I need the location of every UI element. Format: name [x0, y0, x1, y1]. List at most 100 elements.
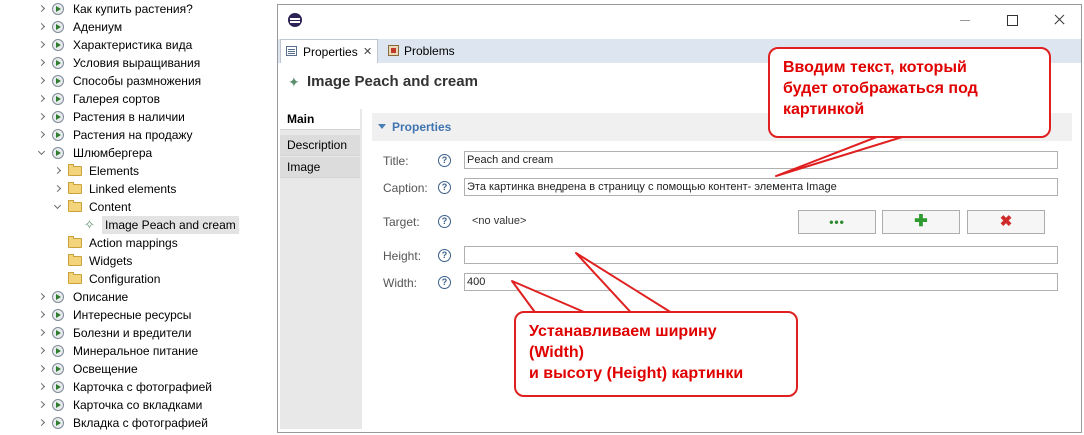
- tree-item-label: Elements: [89, 164, 140, 178]
- tree-item-label: Способы размножения: [73, 74, 202, 88]
- chevron-right-icon[interactable]: [38, 342, 48, 360]
- chevron-right-icon[interactable]: [38, 90, 48, 108]
- chevron-right-icon[interactable]: [38, 324, 48, 342]
- target-value: <no value>: [472, 215, 527, 227]
- tab-properties-label: Properties: [303, 45, 358, 59]
- page-icon: [52, 291, 64, 303]
- tree-item-label: Болезни и вредители: [73, 326, 192, 340]
- width-field[interactable]: [464, 273, 1058, 291]
- page-icon: [52, 147, 64, 159]
- chevron-right-icon[interactable]: [38, 306, 48, 324]
- chevron-right-icon[interactable]: [54, 180, 64, 198]
- annotation-line: (Width): [529, 344, 584, 361]
- problems-icon: [388, 45, 399, 56]
- chevron-right-icon[interactable]: [38, 126, 48, 144]
- help-icon[interactable]: ?: [438, 276, 451, 289]
- page-icon: [52, 21, 64, 33]
- tab-problems[interactable]: Problems: [382, 39, 478, 63]
- chevron-down-icon: [378, 124, 386, 129]
- chevron-right-icon[interactable]: [38, 396, 48, 414]
- width-label: Width:: [383, 276, 418, 290]
- tree-item-label: Widgets: [89, 254, 133, 268]
- page-icon: [52, 327, 64, 339]
- annotation-line: картинкой: [783, 101, 865, 118]
- eclipse-icon: [288, 13, 302, 27]
- chevron-right-icon[interactable]: [38, 414, 48, 432]
- chevron-right-icon[interactable]: [38, 288, 48, 306]
- chevron-right-icon[interactable]: [38, 54, 48, 72]
- height-field[interactable]: [464, 246, 1058, 264]
- folder-icon: [68, 236, 82, 248]
- folder-icon: [68, 182, 82, 194]
- page-icon: [52, 345, 64, 357]
- help-icon[interactable]: ?: [438, 249, 451, 262]
- close-window-button[interactable]: [1036, 5, 1082, 35]
- chevron-right-icon[interactable]: [38, 0, 48, 18]
- annotation-line: и высоту (Height) картинки: [529, 365, 744, 382]
- tree-item-label: Configuration: [89, 272, 161, 286]
- minimize-button[interactable]: [942, 5, 988, 35]
- title-label: Title:: [383, 154, 409, 168]
- tree-item-label: Image Peach and cream: [102, 216, 239, 234]
- page-icon: [52, 39, 64, 51]
- section-title: Properties: [392, 120, 452, 134]
- page-icon: [52, 309, 64, 321]
- remove-target-button[interactable]: ✖: [967, 210, 1045, 234]
- page-icon: [52, 363, 64, 375]
- tree-item-label: Адениум: [73, 20, 123, 34]
- tree-item-label: Content: [89, 200, 132, 214]
- caption-annotation: Вводим текст, который будет отображаться…: [768, 47, 1051, 138]
- chevron-down-icon[interactable]: [38, 144, 48, 162]
- title-field[interactable]: [464, 151, 1058, 169]
- page-icon: [52, 93, 64, 105]
- target-label: Target:: [383, 215, 420, 229]
- chevron-down-icon[interactable]: [54, 198, 64, 216]
- chevron-right-icon[interactable]: [38, 36, 48, 54]
- chevron-right-icon[interactable]: [38, 18, 48, 36]
- help-icon[interactable]: ?: [438, 181, 451, 194]
- page-title: Image Peach and cream: [307, 73, 478, 90]
- chevron-right-icon[interactable]: [38, 72, 48, 90]
- content-element-icon: ✦: [288, 74, 300, 90]
- side-tab-description[interactable]: Description: [280, 135, 360, 156]
- project-tree: Как купить растения? Адениум Характеристик…: [0, 0, 278, 435]
- browse-target-button[interactable]: •••: [798, 210, 876, 234]
- caption-field[interactable]: [464, 178, 1058, 196]
- tab-problems-label: Problems: [404, 44, 455, 58]
- tree-item-label: Растения в наличии: [73, 110, 185, 124]
- tree-item-label: Минеральное питание: [73, 344, 199, 358]
- chevron-right-icon[interactable]: [38, 378, 48, 396]
- tree-item-label: Освещение: [73, 362, 138, 376]
- help-icon[interactable]: ?: [438, 215, 451, 228]
- page-icon: [52, 417, 64, 429]
- tree-item-label: Шлюмбергера: [73, 146, 153, 160]
- annotation-line: Устанавливаем ширину: [529, 323, 717, 340]
- page-icon: [52, 129, 64, 141]
- maximize-button[interactable]: [989, 5, 1035, 35]
- side-tab-image[interactable]: Image: [280, 157, 360, 178]
- folder-icon: [68, 254, 82, 266]
- close-tab-icon[interactable]: ✕: [363, 40, 372, 64]
- page-icon: [52, 75, 64, 87]
- tree-item-label: Характеристика вида: [73, 38, 193, 52]
- tree-item-label: Карточка со вкладками: [73, 398, 203, 412]
- chevron-right-icon[interactable]: [38, 108, 48, 126]
- page-icon: [52, 57, 64, 69]
- help-icon[interactable]: ?: [438, 154, 451, 167]
- tab-properties[interactable]: Properties ✕: [280, 39, 378, 63]
- page-icon: [52, 399, 64, 411]
- chevron-right-icon[interactable]: [38, 360, 48, 378]
- tree-item-label: Растения на продажу: [73, 128, 193, 142]
- add-target-button[interactable]: ✚: [882, 210, 960, 234]
- folder-icon: [68, 164, 82, 176]
- chevron-right-icon[interactable]: [54, 162, 64, 180]
- tree-item-label: Action mappings: [89, 236, 178, 250]
- side-tab-main[interactable]: Main: [280, 109, 360, 130]
- content-element-icon: ✧: [84, 217, 95, 232]
- tree-item-label: Описание: [73, 290, 129, 304]
- tree-item-label: Как купить растения?: [73, 2, 193, 16]
- annotation-line: будет отображаться под: [783, 80, 978, 97]
- page-icon: [52, 111, 64, 123]
- tree-item-label: Галерея сортов: [73, 92, 160, 106]
- folder-icon: [68, 272, 82, 284]
